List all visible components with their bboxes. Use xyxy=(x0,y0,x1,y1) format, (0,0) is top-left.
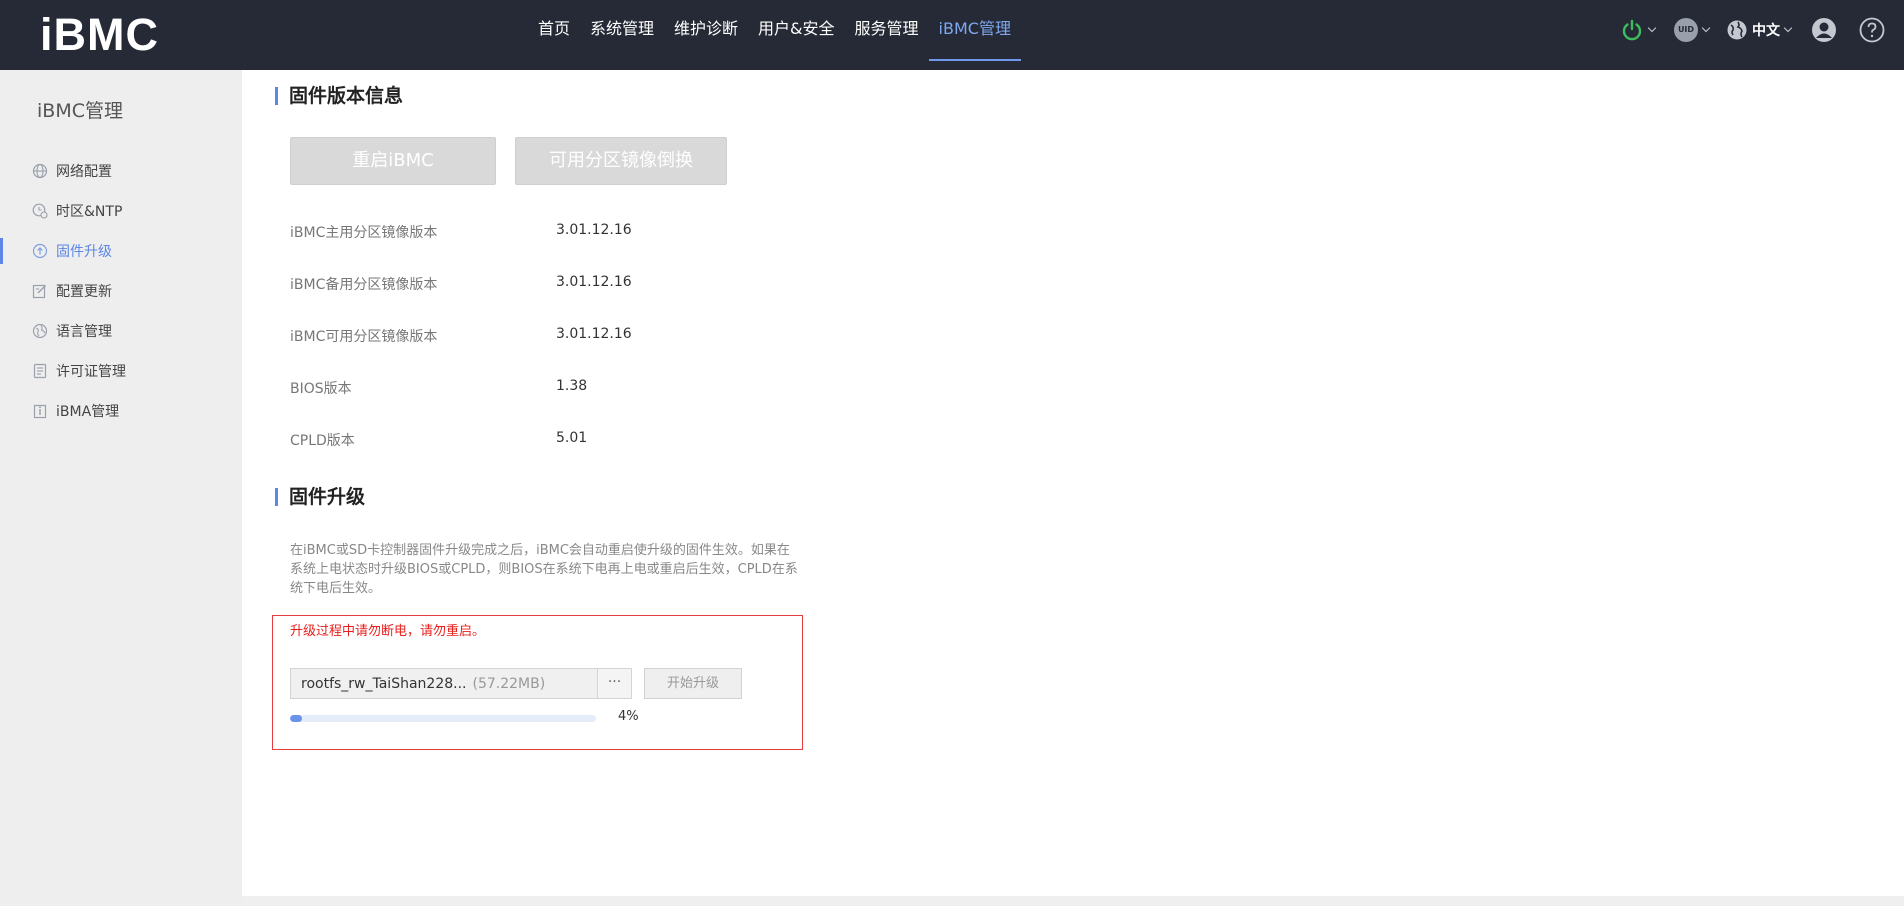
clock-icon xyxy=(32,203,48,219)
sidebar-item-label: iBMA管理 xyxy=(56,404,120,420)
bottom-strip xyxy=(242,896,1904,906)
restart-ibmc-button[interactable]: 重启iBMC xyxy=(290,137,496,185)
info-value-primary: 3.01.12.16 xyxy=(556,222,632,238)
upgrade-progress-bar xyxy=(290,715,596,722)
info-label-primary: iBMC主用分区镜像版本 xyxy=(290,225,438,241)
switch-partition-button[interactable]: 可用分区镜像倒换 xyxy=(515,137,727,185)
sidebar-item-language[interactable]: 语言管理 xyxy=(0,316,242,346)
user-avatar-icon xyxy=(1812,18,1836,42)
nav-item-services[interactable]: 服务管理 xyxy=(845,0,929,70)
upgrade-description: 在iBMC或SD卡控制器固件升级完成之后，iBMC会自动重启使升级的固件生效。如… xyxy=(290,543,798,596)
browse-file-button[interactable]: ··· xyxy=(597,669,631,698)
sidebar-title: iBMC管理 xyxy=(37,100,123,122)
info-value-backup: 3.01.12.16 xyxy=(556,274,632,290)
language-button[interactable]: 中文 xyxy=(1726,14,1793,46)
sidebar-item-label: 配置更新 xyxy=(56,284,112,300)
upgrade-warning: 升级过程中请勿断电，请勿重启。 xyxy=(290,624,486,639)
help-button[interactable] xyxy=(1859,14,1885,46)
nav-item-user-security[interactable]: 用户&安全 xyxy=(748,0,844,70)
help-icon xyxy=(1859,17,1885,43)
sidebar-item-label: 许可证管理 xyxy=(56,364,126,380)
sidebar-item-ibma[interactable]: iBMA管理 xyxy=(0,396,242,426)
firmware-file-field[interactable]: rootfs_rw_TaiShan228... (57.22MB) ··· xyxy=(290,668,632,699)
nav-item-ibmc[interactable]: iBMC管理 xyxy=(928,0,1022,70)
top-bar: iBMC 首页 系统管理 维护诊断 用户&安全 服务管理 iBMC管理 UID … xyxy=(0,0,1904,70)
language-icon xyxy=(32,323,48,339)
info-label-bios: BIOS版本 xyxy=(290,381,352,397)
upgrade-icon xyxy=(32,243,48,259)
user-button[interactable] xyxy=(1811,14,1837,46)
sidebar-item-config-update[interactable]: 配置更新 xyxy=(0,276,242,306)
upgrade-progress-percent: 4% xyxy=(618,709,639,724)
firmware-upgrade-title: 固件升级 xyxy=(275,485,365,509)
ibma-icon xyxy=(33,404,47,419)
uid-button[interactable]: UID xyxy=(1674,14,1711,46)
power-button[interactable] xyxy=(1620,14,1657,46)
sidebar-item-network[interactable]: 网络配置 xyxy=(0,156,242,186)
sidebar-item-firmware-upgrade[interactable]: 固件升级 xyxy=(0,236,242,266)
nav-item-maintenance[interactable]: 维护诊断 xyxy=(664,0,748,70)
upgrade-progress-fill xyxy=(290,715,303,722)
uid-icon: UID xyxy=(1674,18,1698,42)
file-size: (57.22MB) xyxy=(472,675,546,692)
sidebar: iBMC管理 网络配置 时区&NTP 固件升级 配置更新 语言管理 许可证管理 … xyxy=(0,70,242,906)
info-label-backup: iBMC备用分区镜像版本 xyxy=(290,277,438,293)
nav-item-system[interactable]: 系统管理 xyxy=(580,0,664,70)
info-value-bios: 1.38 xyxy=(556,378,588,394)
sidebar-item-license[interactable]: 许可证管理 xyxy=(0,356,242,386)
sidebar-item-label: 网络配置 xyxy=(56,164,112,180)
main-content xyxy=(242,70,1904,896)
sidebar-item-timezone[interactable]: 时区&NTP xyxy=(0,196,242,226)
info-label-available: iBMC可用分区镜像版本 xyxy=(290,329,438,345)
globe-icon xyxy=(32,163,48,179)
logo: iBMC xyxy=(40,9,159,60)
chevron-down-icon xyxy=(1783,23,1793,33)
chevron-down-icon xyxy=(1701,23,1711,33)
sidebar-item-label: 语言管理 xyxy=(56,324,112,340)
info-value-available: 3.01.12.16 xyxy=(556,326,632,342)
power-icon xyxy=(1622,19,1642,41)
globe-icon xyxy=(1727,20,1747,40)
sidebar-item-label: 时区&NTP xyxy=(56,204,123,220)
main-nav: 首页 系统管理 维护诊断 用户&安全 服务管理 iBMC管理 xyxy=(528,0,1022,70)
license-icon xyxy=(33,363,47,379)
language-label: 中文 xyxy=(1752,23,1780,39)
config-edit-icon xyxy=(32,284,46,299)
firmware-info-title: 固件版本信息 xyxy=(275,84,403,108)
info-label-cpld: CPLD版本 xyxy=(290,433,355,449)
start-upgrade-button[interactable]: 开始升级 xyxy=(644,668,742,699)
chevron-down-icon xyxy=(1647,23,1657,33)
info-value-cpld: 5.01 xyxy=(556,430,588,446)
sidebar-item-label: 固件升级 xyxy=(56,244,112,260)
upgrade-panel: 升级过程中请勿断电，请勿重启。 rootfs_rw_TaiShan228... … xyxy=(272,615,803,750)
nav-item-home[interactable]: 首页 xyxy=(528,0,580,70)
file-name: rootfs_rw_TaiShan228... xyxy=(301,675,467,692)
